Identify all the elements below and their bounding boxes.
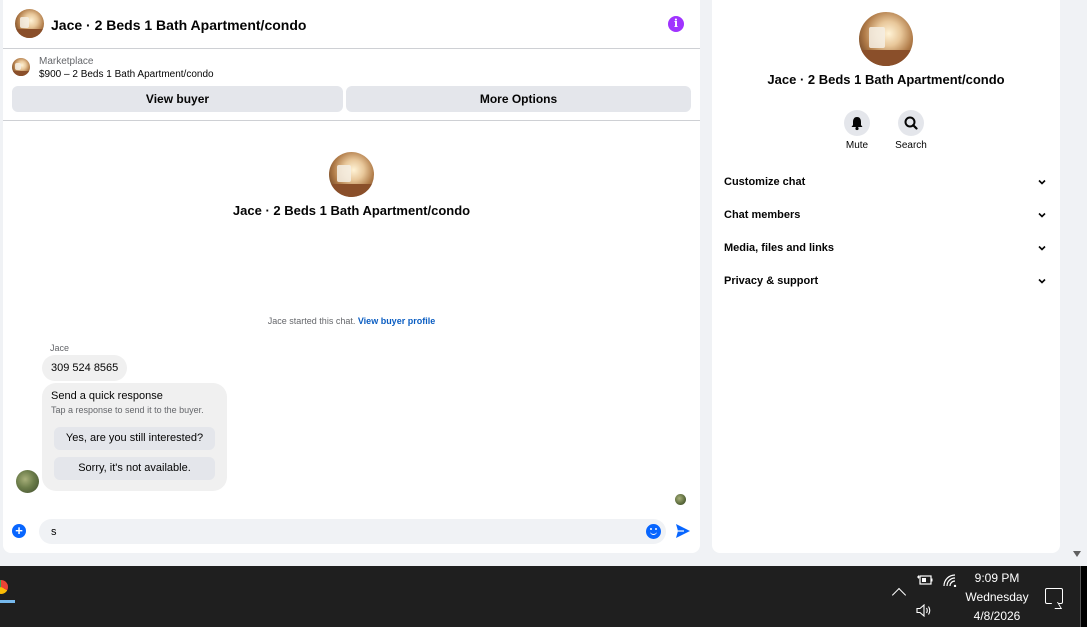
quick-response-subtitle: Tap a response to send it to the buyer. — [51, 405, 204, 415]
search-button[interactable] — [898, 110, 924, 136]
chevron-down-icon — [1038, 245, 1046, 251]
chat-header: Jace · 2 Beds 1 Bath Apartment/condo i — [3, 0, 700, 49]
info-title: Jace · 2 Beds 1 Bath Apartment/condo — [767, 72, 1005, 87]
browser-icon — [0, 580, 8, 594]
message-input[interactable] — [39, 519, 666, 544]
quick-response-title: Send a quick response — [51, 390, 163, 402]
quick-response-card: Send a quick response Tap a response to … — [42, 383, 227, 491]
view-buyer-profile-link[interactable]: View buyer profile — [358, 316, 435, 326]
listing-category: Marketplace — [39, 56, 94, 67]
seen-indicator-avatar — [675, 494, 686, 505]
more-options-button[interactable]: More Options — [346, 86, 691, 112]
taskbar: 9:09 PM Wednesday 4/8/2026 — [0, 566, 1087, 627]
listing-thumbnail[interactable] — [12, 58, 30, 76]
volume-icon[interactable] — [916, 604, 934, 617]
show-desktop-button[interactable] — [1080, 566, 1087, 627]
section-label: Customize chat — [724, 176, 806, 188]
chat-header-title[interactable]: Jace · 2 Beds 1 Bath Apartment/condo — [51, 17, 306, 33]
notification-center-icon[interactable] — [1045, 588, 1063, 604]
mute-button[interactable] — [844, 110, 870, 136]
conversation-avatar[interactable] — [329, 152, 374, 197]
conversation-title: Jace · 2 Beds 1 Bath Apartment/condo — [232, 203, 471, 218]
listing-banner: Marketplace $900 – 2 Beds 1 Bath Apartme… — [3, 49, 700, 121]
message-bubble[interactable]: 309 524 8565 — [42, 355, 128, 381]
listing-price[interactable]: $900 – 2 Beds 1 Bath Apartment/condo — [39, 69, 214, 80]
search-label: Search — [895, 140, 927, 151]
chevron-down-icon — [1038, 179, 1046, 185]
message-composer: + — [3, 515, 700, 547]
section-label: Chat members — [724, 209, 801, 221]
info-avatar[interactable] — [859, 12, 913, 66]
info-icon[interactable]: i — [668, 16, 684, 32]
chevron-down-icon — [1038, 278, 1046, 284]
section-chat-members[interactable]: Chat members — [724, 200, 1048, 230]
listing-avatar[interactable] — [15, 9, 44, 38]
chat-started-text: Jace started this chat. — [267, 316, 356, 326]
sender-name: Jace — [50, 343, 70, 353]
section-privacy-support[interactable]: Privacy & support — [724, 266, 1048, 296]
quick-response-still-interested[interactable]: Yes, are you still interested? — [54, 427, 215, 450]
battery-icon[interactable] — [917, 574, 933, 586]
bell-icon — [851, 117, 863, 131]
taskbar-app-browser[interactable] — [0, 572, 15, 603]
sender-avatar[interactable] — [16, 470, 39, 493]
quick-response-not-available[interactable]: Sorry, it's not available. — [54, 457, 215, 480]
clock-date[interactable]: 4/8/2026 — [960, 609, 1034, 623]
send-icon[interactable] — [675, 523, 691, 539]
active-app-indicator — [0, 600, 15, 603]
scroll-down-arrow[interactable] — [1073, 551, 1081, 557]
network-icon[interactable] — [943, 574, 957, 587]
chat-panel: Jace · 2 Beds 1 Bath Apartment/condo i M… — [3, 0, 700, 553]
section-customize-chat[interactable]: Customize chat — [724, 167, 1048, 197]
chat-info-panel: Jace · 2 Beds 1 Bath Apartment/condo Mut… — [712, 0, 1060, 553]
plus-icon[interactable]: + — [12, 524, 26, 538]
view-buyer-button[interactable]: View buyer — [12, 86, 343, 112]
section-media-files-links[interactable]: Media, files and links — [724, 233, 1048, 263]
search-icon — [904, 116, 918, 130]
emoji-icon[interactable] — [646, 524, 661, 539]
section-label: Privacy & support — [724, 275, 819, 287]
mute-label: Mute — [845, 140, 869, 151]
clock-day[interactable]: Wednesday — [960, 590, 1034, 604]
chevron-down-icon — [1038, 212, 1046, 218]
section-label: Media, files and links — [724, 242, 835, 254]
chat-started-notice: Jace started this chat. View buyer profi… — [3, 316, 700, 326]
show-hidden-icons-chevron-icon[interactable] — [891, 587, 907, 603]
clock-time[interactable]: 9:09 PM — [960, 571, 1034, 585]
